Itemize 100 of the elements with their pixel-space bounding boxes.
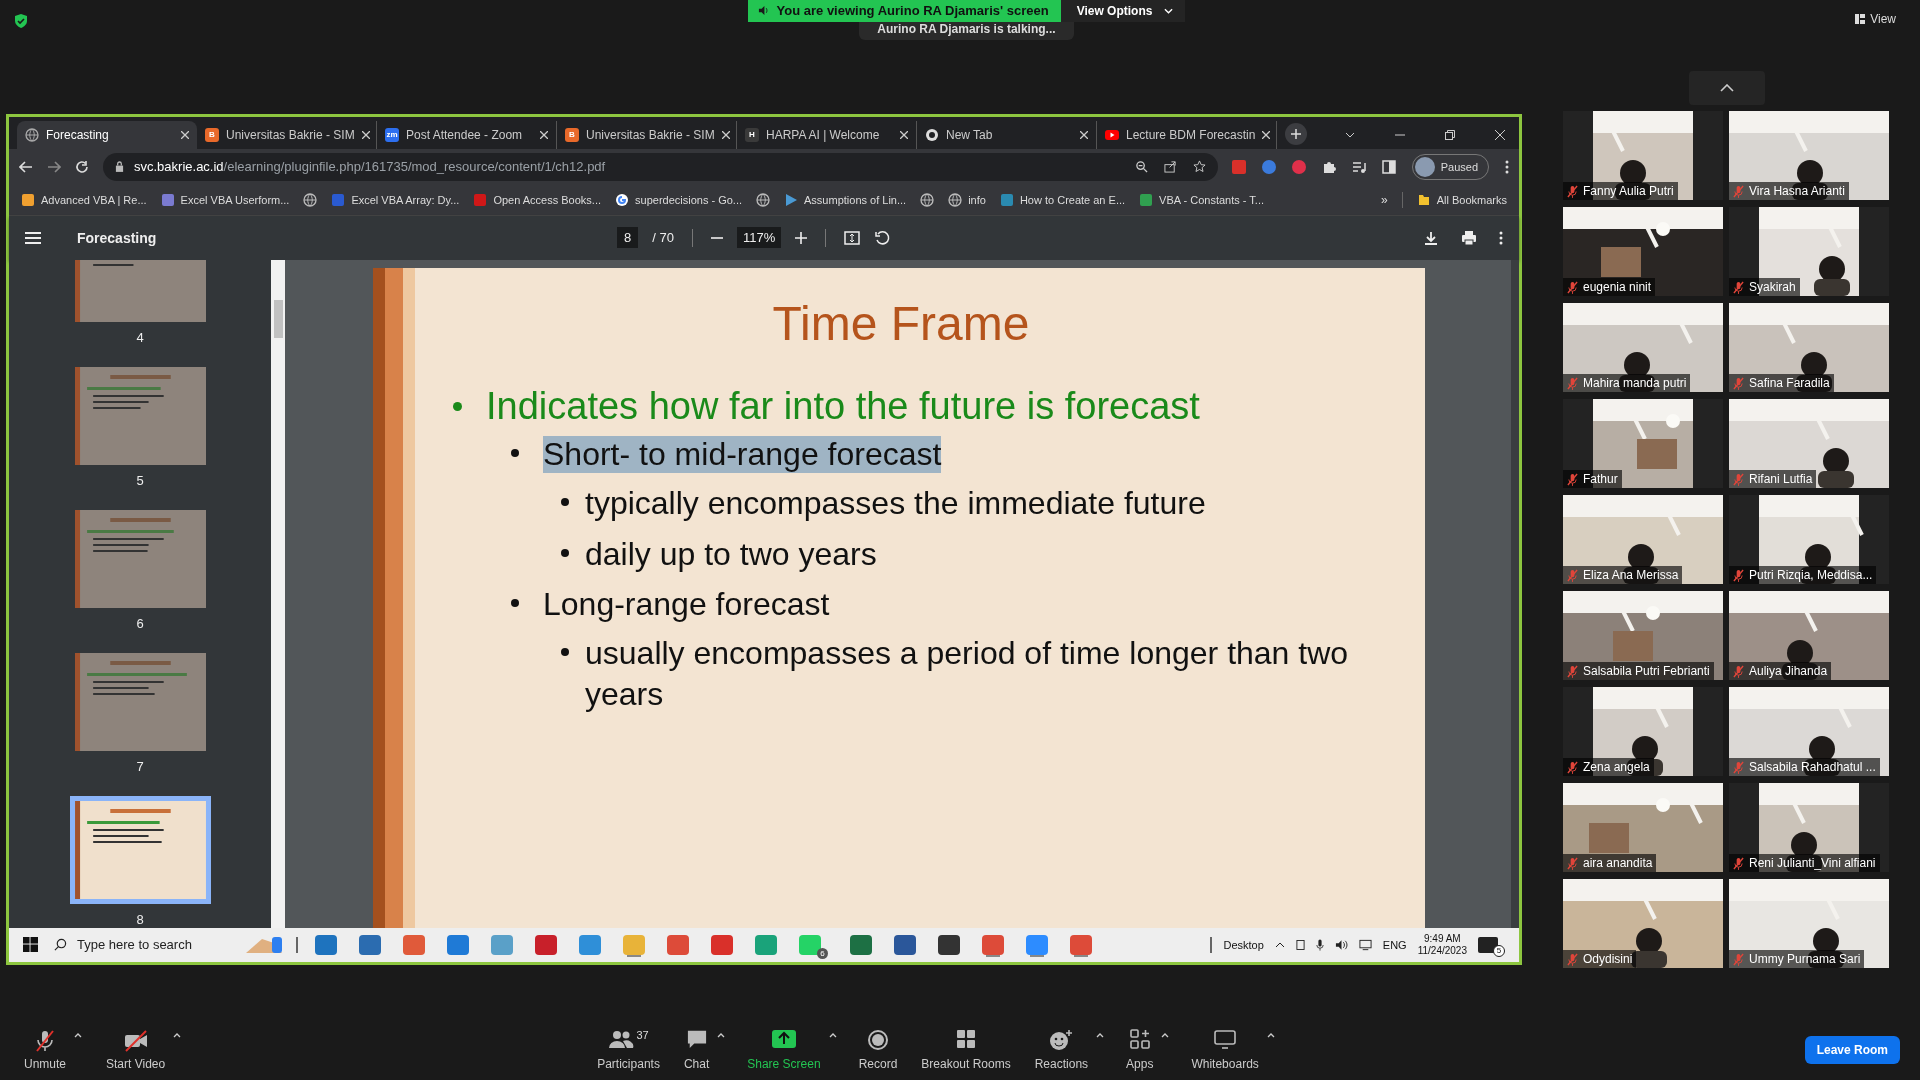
fit-page-icon[interactable] <box>844 229 861 246</box>
caret-icon[interactable] <box>173 1033 182 1038</box>
participant-name: Vira Hasna Arianti <box>1749 184 1845 198</box>
browser-tab[interactable]: zm Post Attendee - Zoom <box>377 120 557 149</box>
page-thumbnail[interactable] <box>69 795 211 904</box>
tab-title: Universitas Bakrie - SIM <box>226 127 355 142</box>
toolbar-button[interactable]: Share Screen <box>745 1025 823 1075</box>
view-options-button[interactable]: View Options <box>1060 0 1186 22</box>
play-icon <box>784 192 799 207</box>
scrollbar[interactable] <box>1511 259 1519 928</box>
forward-icon[interactable] <box>47 160 61 173</box>
caret-icon[interactable] <box>717 1033 726 1038</box>
close-icon[interactable] <box>1262 130 1271 139</box>
bookmark[interactable]: How to Create an E... <box>999 192 1126 207</box>
page-thumbnail[interactable] <box>74 652 206 751</box>
toolbar-button[interactable]: Start Video <box>104 1025 168 1075</box>
bookmark[interactable]: Excel VBA Userform... <box>160 192 290 207</box>
shield-icon[interactable] <box>13 13 29 29</box>
toolbar-button[interactable]: Apps <box>1124 1025 1156 1075</box>
caret-icon[interactable] <box>1161 1033 1170 1038</box>
browser-tab[interactable]: Lecture BDM Forecastin <box>1097 120 1277 149</box>
close-icon[interactable] <box>721 130 730 139</box>
bookmark[interactable]: superdecisions - Go... <box>615 192 743 207</box>
tab-title: Forecasting <box>46 127 110 142</box>
page-thumbnail[interactable] <box>74 366 206 465</box>
participant-name: Ummy Purnama Sari <box>1749 952 1861 966</box>
page-thumbnail[interactable] <box>74 509 206 608</box>
close-icon[interactable] <box>540 130 548 139</box>
bullet-icon <box>511 448 519 457</box>
bookmark[interactable]: VBA - Constants - T... <box>1139 192 1264 207</box>
language-indicator[interactable]: ENG <box>1382 939 1407 951</box>
zoom-in-icon[interactable] <box>795 231 808 244</box>
browser-tab[interactable]: Forecasting <box>17 120 197 149</box>
view-button[interactable]: View <box>1855 0 1920 26</box>
menu-icon[interactable] <box>25 231 41 244</box>
bookmark[interactable]: Open Access Books... <box>473 192 602 207</box>
clock[interactable]: 9:49 AM 11/24/2023 <box>1417 933 1467 957</box>
toolbar-button[interactable]: Chat <box>681 1025 712 1075</box>
caret-icon[interactable] <box>828 1033 837 1038</box>
bookmark[interactable]: info <box>948 192 986 207</box>
more-bookmarks[interactable]: » <box>1381 192 1388 207</box>
close-icon[interactable] <box>1495 129 1505 140</box>
page-field[interactable]: 8 <box>617 227 639 249</box>
toolbar-button[interactable]: Unmute <box>22 1025 69 1075</box>
browser-tab[interactable]: B Universitas Bakrie - SIM <box>557 120 737 149</box>
extension-icon[interactable] <box>1291 159 1306 174</box>
desktop-toolbar[interactable]: Desktop <box>1223 939 1264 951</box>
star-icon[interactable] <box>1192 160 1206 174</box>
browser-tab[interactable]: B Universitas Bakrie - SIM <box>197 120 377 149</box>
zoom-icon[interactable] <box>1134 160 1148 174</box>
download-icon[interactable] <box>1423 229 1439 246</box>
caret-icon[interactable] <box>1266 1033 1275 1038</box>
close-icon[interactable] <box>361 130 370 139</box>
speaker-icon[interactable] <box>1334 939 1348 951</box>
extension-icon[interactable] <box>1231 159 1246 174</box>
bookmark[interactable]: Assumptions of Lin... <box>784 192 907 207</box>
browser-tab[interactable]: New Tab <box>917 120 1097 149</box>
chevron-up-icon[interactable] <box>1274 942 1285 948</box>
puzzle-icon[interactable] <box>1321 159 1336 174</box>
rotate-icon[interactable] <box>874 229 891 246</box>
restore-icon[interactable] <box>1445 129 1455 140</box>
tab-title: Lecture BDM Forecastin <box>1126 127 1256 142</box>
bookmark[interactable]: Excel VBA Array: Dy... <box>331 192 460 207</box>
bookmark[interactable]: Advanced VBA | Re... <box>21 192 147 207</box>
search-field[interactable]: Type here to search <box>54 928 284 962</box>
share-icon[interactable] <box>1163 160 1177 174</box>
menu-icon[interactable] <box>1505 159 1509 174</box>
zoom-field[interactable]: 117% <box>736 227 782 249</box>
close-icon[interactable] <box>900 130 908 139</box>
caret-icon[interactable] <box>74 1033 83 1038</box>
extension-icon[interactable] <box>1261 159 1276 174</box>
network-icon[interactable] <box>1358 939 1372 951</box>
menu-icon[interactable] <box>1499 230 1503 245</box>
back-icon[interactable] <box>19 160 33 173</box>
minimize-icon[interactable] <box>1395 133 1405 136</box>
notification-icon[interactable] <box>1478 937 1498 953</box>
battery-icon[interactable] <box>1295 939 1305 951</box>
toolbar-button[interactable]: Reactions <box>1032 1025 1091 1075</box>
toolbar-button[interactable]: Whiteboards <box>1189 1025 1261 1075</box>
browser-tab[interactable]: H HARPA AI | Welcome <box>737 120 917 149</box>
all-bookmarks[interactable]: All Bookmarks <box>1416 192 1507 207</box>
address-field[interactable]: svc.bakrie.ac.id/elearning/pluginfile.php/161735/mod_resource/content/1/ch12.pdf <box>103 152 1218 181</box>
close-icon[interactable] <box>1080 130 1088 139</box>
sidebar-icon[interactable] <box>1381 159 1396 174</box>
leave-room-button[interactable]: Leave Room <box>1804 1036 1900 1064</box>
chevron-icon[interactable] <box>1345 131 1355 138</box>
toolbar-button[interactable]: Record <box>856 1025 900 1075</box>
scrollbar[interactable] <box>271 259 285 928</box>
toolbar-button[interactable]: 37 Participants <box>595 1025 662 1075</box>
reload-icon[interactable] <box>75 159 89 174</box>
zoom-out-icon[interactable] <box>710 236 723 239</box>
print-icon[interactable] <box>1461 229 1477 246</box>
windows-logo-icon[interactable] <box>23 937 38 953</box>
close-icon[interactable] <box>181 130 189 139</box>
microphone-icon[interactable] <box>1315 939 1324 951</box>
toolbar-button[interactable]: Breakout Rooms <box>919 1025 1013 1075</box>
new-tab-icon[interactable] <box>1285 122 1307 145</box>
layout-icon <box>1855 14 1866 24</box>
page-number: 5 <box>136 472 144 488</box>
caret-icon[interactable] <box>1096 1033 1105 1038</box>
